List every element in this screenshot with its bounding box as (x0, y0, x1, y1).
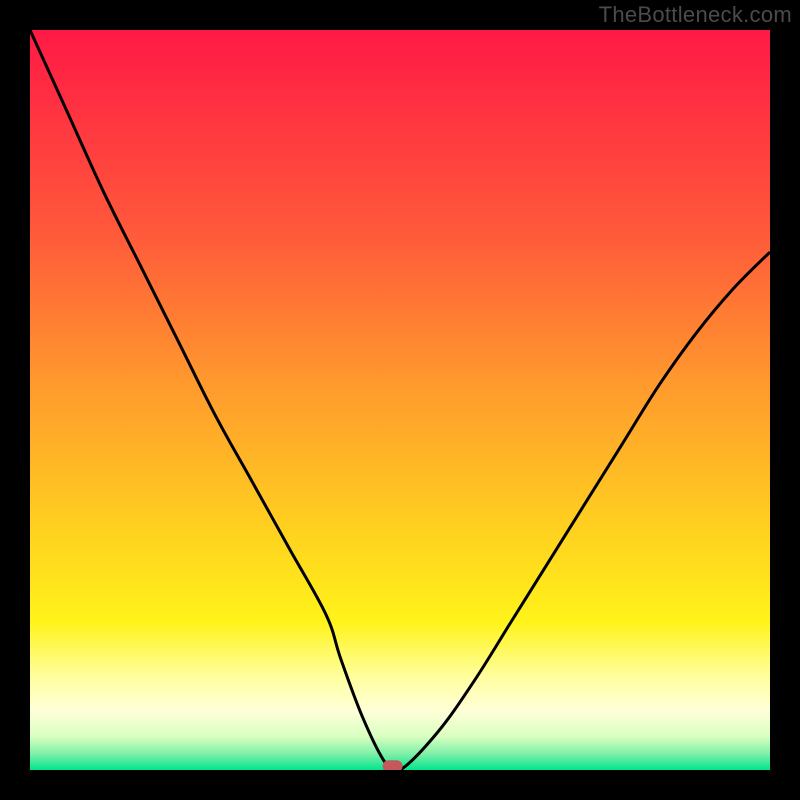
plot-svg (30, 30, 770, 770)
optimum-marker (383, 760, 403, 770)
gradient-background (30, 30, 770, 770)
watermark-text: TheBottleneck.com (599, 2, 792, 28)
chart-container: TheBottleneck.com (0, 0, 800, 800)
plot-area (30, 30, 770, 770)
